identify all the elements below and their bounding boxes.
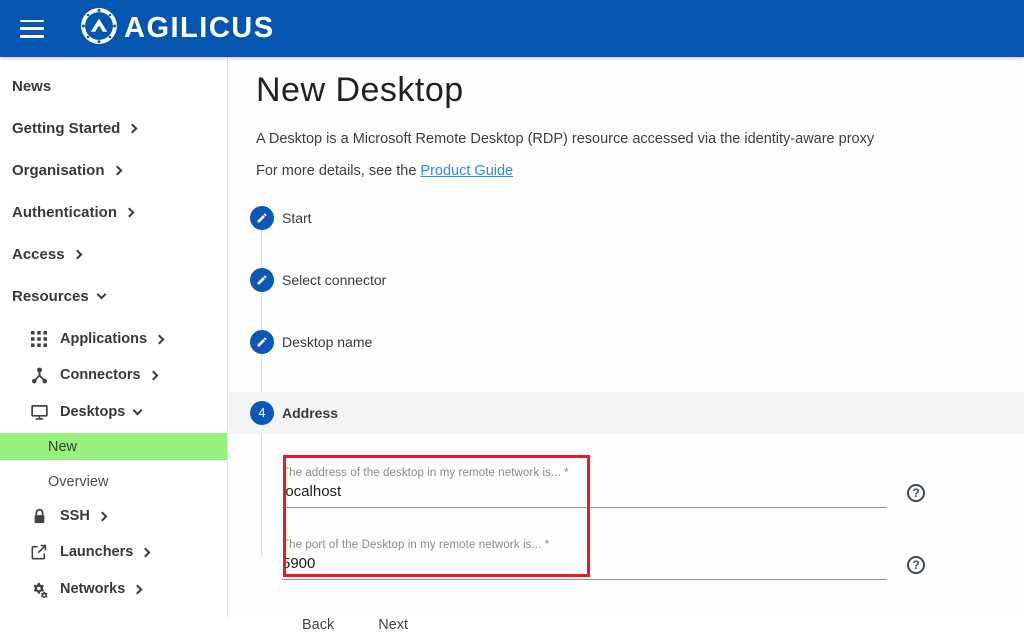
chevron-right-icon — [112, 166, 122, 176]
sidebar-item-label: Launchers — [60, 544, 133, 560]
port-field[interactable]: The port of the Desktop in my remote net… — [282, 539, 887, 580]
step-address[interactable]: 4 Address — [228, 392, 1024, 434]
step-label: Address — [282, 405, 338, 421]
sidebar: News Getting Started Organisation Authen… — [0, 57, 228, 617]
sidebar-item-new[interactable]: New — [0, 433, 227, 460]
details-line: For more details, see the Product Guide — [256, 163, 1024, 179]
step-number-badge: 4 — [250, 401, 274, 425]
help-icon[interactable]: ? — [907, 484, 925, 502]
page-description: A Desktop is a Microsoft Remote Desktop … — [256, 131, 1024, 147]
edit-icon — [250, 330, 274, 354]
chevron-right-icon — [97, 512, 107, 522]
chevron-right-icon — [141, 548, 151, 558]
address-field-label: The address of the desktop in my remote … — [282, 467, 887, 479]
step-select-connector[interactable]: Select connector — [228, 268, 1024, 292]
device-hub-icon — [30, 366, 48, 384]
back-button[interactable]: Back — [292, 611, 344, 639]
wizard-stepper: Start Select connector Desktop name 4 Ad… — [228, 206, 1024, 536]
sidebar-item-authentication[interactable]: Authentication — [0, 200, 227, 224]
page-title: New Desktop — [256, 71, 1024, 110]
chevron-down-icon — [96, 290, 106, 300]
sidebar-item-launchers[interactable]: Launchers — [0, 540, 227, 564]
edit-icon — [250, 268, 274, 292]
desktop-icon — [30, 403, 48, 421]
chevron-right-icon — [125, 208, 135, 218]
sidebar-item-label: Organisation — [12, 162, 105, 179]
sidebar-item-networks[interactable]: Networks — [0, 577, 227, 601]
next-button[interactable]: Next — [368, 611, 418, 639]
chevron-right-icon — [148, 371, 158, 381]
chevron-right-icon — [72, 250, 82, 260]
menu-icon[interactable] — [20, 20, 44, 38]
address-input[interactable] — [282, 483, 887, 500]
sidebar-item-label: SSH — [60, 508, 90, 524]
sidebar-item-news[interactable]: News — [0, 74, 227, 98]
step-desktop-name[interactable]: Desktop name — [228, 330, 1024, 354]
chevron-down-icon — [133, 406, 143, 416]
product-guide-link[interactable]: Product Guide — [420, 163, 513, 179]
sidebar-item-getting-started[interactable]: Getting Started — [0, 116, 227, 140]
sidebar-item-label: News — [12, 78, 51, 95]
sidebar-item-desktops[interactable]: Desktops — [0, 400, 227, 424]
sidebar-item-label: New — [48, 439, 77, 455]
details-prefix: For more details, see the — [256, 163, 420, 179]
port-input[interactable] — [282, 555, 887, 572]
sidebar-item-organisation[interactable]: Organisation — [0, 158, 227, 182]
sidebar-item-label: Access — [12, 246, 65, 263]
sidebar-item-resources[interactable]: Resources — [0, 284, 227, 308]
brand-logo[interactable]: AGILICUS — [80, 7, 275, 50]
brand-name: AGILICUS — [124, 12, 275, 45]
sidebar-item-access[interactable]: Access — [0, 242, 227, 266]
sidebar-item-label: Connectors — [60, 367, 141, 383]
sidebar-item-overview[interactable]: Overview — [0, 470, 227, 494]
main-content: New Desktop A Desktop is a Microsoft Rem… — [228, 57, 1024, 617]
chevron-right-icon — [133, 585, 143, 595]
edit-icon — [250, 206, 274, 230]
step-start[interactable]: Start — [228, 206, 1024, 230]
chevron-right-icon — [128, 124, 138, 134]
apps-grid-icon — [30, 330, 48, 348]
help-icon[interactable]: ? — [907, 556, 925, 574]
address-field[interactable]: The address of the desktop in my remote … — [282, 467, 887, 508]
chevron-right-icon — [155, 335, 165, 345]
sidebar-item-label: Overview — [48, 474, 108, 490]
sidebar-item-connectors[interactable]: Connectors — [0, 363, 227, 387]
sidebar-item-label: Networks — [60, 581, 125, 597]
step-label: Select connector — [282, 272, 386, 288]
step-label: Start — [282, 210, 312, 226]
gears-icon — [30, 580, 48, 598]
step-number: 4 — [259, 406, 266, 420]
launch-icon — [30, 543, 48, 561]
app-header: AGILICUS — [0, 0, 1024, 57]
sidebar-item-label: Getting Started — [12, 120, 120, 137]
agilicus-logo-icon — [80, 7, 118, 50]
sidebar-item-label: Authentication — [12, 204, 117, 221]
stepper-actions: Back Next — [282, 611, 1024, 639]
lock-icon — [30, 507, 48, 525]
port-field-label: The port of the Desktop in my remote net… — [282, 539, 887, 551]
sidebar-item-label: Desktops — [60, 404, 125, 420]
sidebar-item-applications[interactable]: Applications — [0, 327, 227, 351]
sidebar-item-ssh[interactable]: SSH — [0, 504, 227, 528]
address-step-content: The address of the desktop in my remote … — [228, 467, 1024, 639]
step-label: Desktop name — [282, 334, 372, 350]
sidebar-item-label: Applications — [60, 331, 147, 347]
sidebar-item-label: Resources — [12, 288, 89, 305]
